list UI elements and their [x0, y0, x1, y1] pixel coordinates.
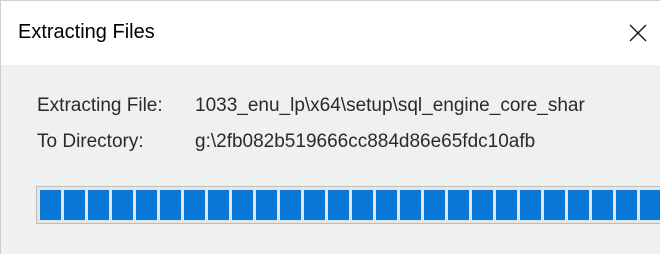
progress-segment	[136, 190, 157, 220]
progress-segment	[304, 190, 325, 220]
extracting-file-row: Extracting File: 1033_enu_lp\x64\setup\sq…	[37, 95, 585, 117]
progress-segment	[208, 190, 229, 220]
progress-segment	[616, 190, 637, 220]
to-directory-value: g:\2fb082b519666cc884d86e65fdc10afb	[195, 131, 536, 152]
progress-bar	[36, 186, 660, 224]
progress-segment	[280, 190, 301, 220]
progress-segment	[184, 190, 205, 220]
progress-segment	[640, 190, 660, 220]
progress-segment	[544, 190, 565, 220]
extract-dialog: Extracting Files Extracting File: 1033_en…	[0, 0, 660, 254]
progress-segment	[448, 190, 469, 220]
extracting-file-label: Extracting File:	[37, 95, 163, 116]
progress-segment	[328, 190, 349, 220]
progress-segment	[40, 190, 61, 220]
progress-segment	[232, 190, 253, 220]
progress-segment	[472, 190, 493, 220]
to-directory-label: To Directory:	[37, 131, 144, 152]
progress-segment	[160, 190, 181, 220]
progress-segment	[256, 190, 277, 220]
progress-segment	[112, 190, 133, 220]
progress-segment	[88, 190, 109, 220]
progress-segment	[592, 190, 613, 220]
progress-segment	[424, 190, 445, 220]
progress-segment	[64, 190, 85, 220]
window-title: Extracting Files	[18, 21, 155, 43]
progress-segment	[352, 190, 373, 220]
close-button[interactable]	[615, 1, 660, 65]
progress-fill	[40, 190, 660, 220]
close-icon	[629, 24, 647, 42]
to-directory-row: To Directory: g:\2fb082b519666cc884d86e65…	[37, 131, 535, 153]
title-bar: Extracting Files	[1, 1, 660, 65]
progress-segment	[520, 190, 541, 220]
progress-segment	[376, 190, 397, 220]
progress-segment	[496, 190, 517, 220]
extracting-file-value: 1033_enu_lp\x64\setup\sql_engine_core_sh…	[195, 95, 585, 116]
progress-segment	[400, 190, 421, 220]
progress-segment	[568, 190, 589, 220]
